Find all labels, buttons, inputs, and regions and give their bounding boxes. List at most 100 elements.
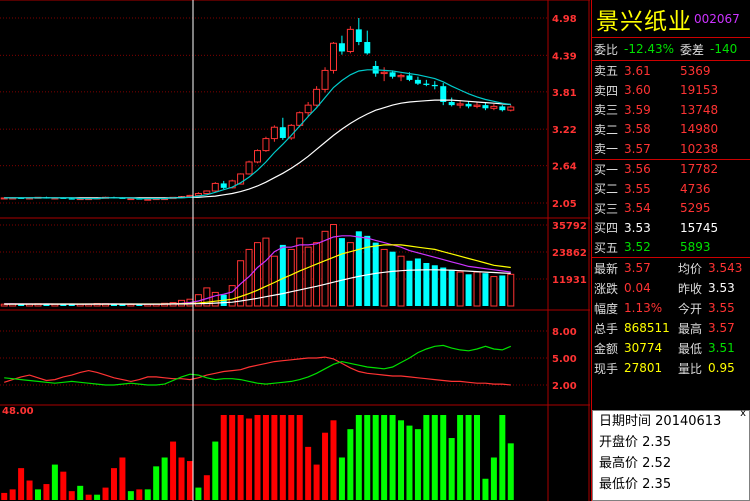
signal-bar [482, 478, 489, 500]
volume-bar [482, 273, 489, 306]
signal-bar [102, 487, 109, 500]
tooltip-date-value: 20140613 [655, 414, 722, 429]
stat-label: 最新 [594, 261, 619, 276]
signal-bar [330, 420, 337, 500]
ask-price: 3.59 [624, 102, 651, 117]
signal-bar [119, 457, 126, 500]
stock-title: 景兴纸业 002067 [592, 0, 750, 38]
ask-volume: 13748 [680, 102, 719, 117]
stat-value: 3.57 [708, 321, 735, 335]
ask-row[interactable]: 卖五 3.61 5369 [592, 61, 750, 81]
weibi-value: -12.43% [624, 42, 675, 56]
volume-bar [338, 238, 345, 306]
tooltip-open-row: 开盘价 2.35 [593, 432, 749, 453]
weibi-label: 委比 [594, 42, 619, 57]
signal-bar [94, 494, 101, 500]
tooltip-low-row: 最低价 2.35 [593, 474, 749, 495]
tooltip-low-label: 最低价 [599, 477, 639, 492]
volume-tick-label: 35792 [552, 221, 587, 232]
volume-bar [279, 244, 286, 306]
ask-label: 卖三 [594, 103, 619, 118]
bid-row[interactable]: 买五 3.52 5893 [592, 238, 750, 258]
bid-volume: 4736 [680, 181, 711, 196]
indicator-tick-label: 2.00 [552, 381, 577, 392]
signal-bar [195, 487, 202, 500]
signal-bar [178, 457, 185, 500]
bid-price: 3.54 [624, 201, 651, 216]
candle-body [364, 41, 371, 54]
price-tick-label: 3.81 [552, 88, 577, 99]
signal-bar [170, 441, 177, 500]
stat-value: 3.53 [708, 281, 735, 295]
candle-body [313, 88, 321, 106]
close-icon[interactable]: x [740, 408, 746, 419]
signal-bar [229, 415, 236, 500]
bid-volume: 17782 [680, 162, 719, 177]
ask-row[interactable]: 卖一 3.57 10238 [592, 139, 750, 159]
bid-row[interactable]: 买三 3.54 5295 [592, 199, 750, 219]
signal-bar [237, 415, 244, 500]
stat-row: 总手 868511 最高 3.57 [592, 318, 750, 338]
signal-bar [440, 415, 447, 500]
candle-body [194, 193, 202, 196]
signal-bar [77, 485, 84, 500]
signal-bar [474, 415, 481, 500]
signal-bar [127, 491, 134, 500]
volume-bar [313, 242, 321, 307]
ask-volume: 5369 [680, 63, 711, 78]
ask-row[interactable]: 卖二 3.58 14980 [592, 120, 750, 140]
stock-code: 002067 [694, 11, 740, 26]
signal-bar [34, 489, 41, 500]
volume-bar [499, 275, 506, 306]
stat-value: 3.55 [708, 301, 735, 315]
candle-body [279, 127, 286, 138]
stat-row: 金额 30774 最低 3.51 [592, 338, 750, 358]
tooltip-date-label: 日期时间 [599, 414, 652, 429]
ask-price: 3.60 [624, 83, 651, 98]
signal-tick-label: 48.00 [2, 406, 34, 417]
stat-value: 3.543 [708, 261, 743, 275]
ask-volume: 14980 [680, 122, 719, 137]
bid-label: 买四 [594, 221, 619, 236]
volume-bar [507, 273, 515, 307]
signal-bar [144, 489, 151, 500]
kline-chart-area[interactable]: 4.98 4.39 3.81 3.22 2.64 2.05 35792 23862 11931 8… [0, 0, 590, 501]
signal-bar [43, 484, 50, 500]
price-tick-label: 4.98 [552, 14, 577, 25]
ask-label: 卖五 [594, 64, 619, 79]
bid-label: 买三 [594, 201, 619, 216]
signal-bar [254, 415, 261, 500]
signal-bar [68, 491, 75, 500]
bid-row[interactable]: 买一 3.56 17782 [592, 160, 750, 180]
ask-label: 卖二 [594, 122, 619, 137]
bid-row[interactable]: 买四 3.53 15745 [592, 218, 750, 238]
signal-bar [203, 475, 210, 500]
stat-value: 0.04 [624, 281, 651, 295]
bid-row[interactable]: 买二 3.55 4736 [592, 179, 750, 199]
volume-bar [355, 231, 362, 306]
bid-label: 买二 [594, 182, 619, 197]
stat-row: 现手 27801 量比 0.95 [592, 358, 750, 378]
volume-tick-label: 11931 [552, 275, 587, 286]
volume-bar [431, 265, 438, 306]
candle-body [338, 43, 345, 52]
volume-bar [406, 260, 413, 306]
candle-body [220, 183, 227, 188]
signal-bar [322, 432, 329, 500]
candle-body [414, 79, 421, 84]
ask-row[interactable]: 卖四 3.60 19153 [592, 81, 750, 101]
signal-bar [465, 415, 472, 500]
candle-body [380, 71, 388, 75]
indicator-tick-label: 8.00 [552, 327, 577, 338]
signal-bar [313, 464, 320, 500]
ask-row[interactable]: 卖三 3.59 13748 [592, 100, 750, 120]
tooltip-high-value: 2.52 [642, 456, 672, 471]
candle-body [499, 106, 506, 111]
price-tick-label: 2.64 [552, 162, 577, 173]
stat-row: 幅度 1.13% 今开 3.55 [592, 298, 750, 318]
stock-name: 景兴纸业 [596, 8, 692, 35]
stat-label: 最低 [678, 341, 703, 356]
signal-bar [355, 415, 362, 500]
signal-bar [161, 457, 168, 500]
signal-bar [296, 415, 303, 500]
